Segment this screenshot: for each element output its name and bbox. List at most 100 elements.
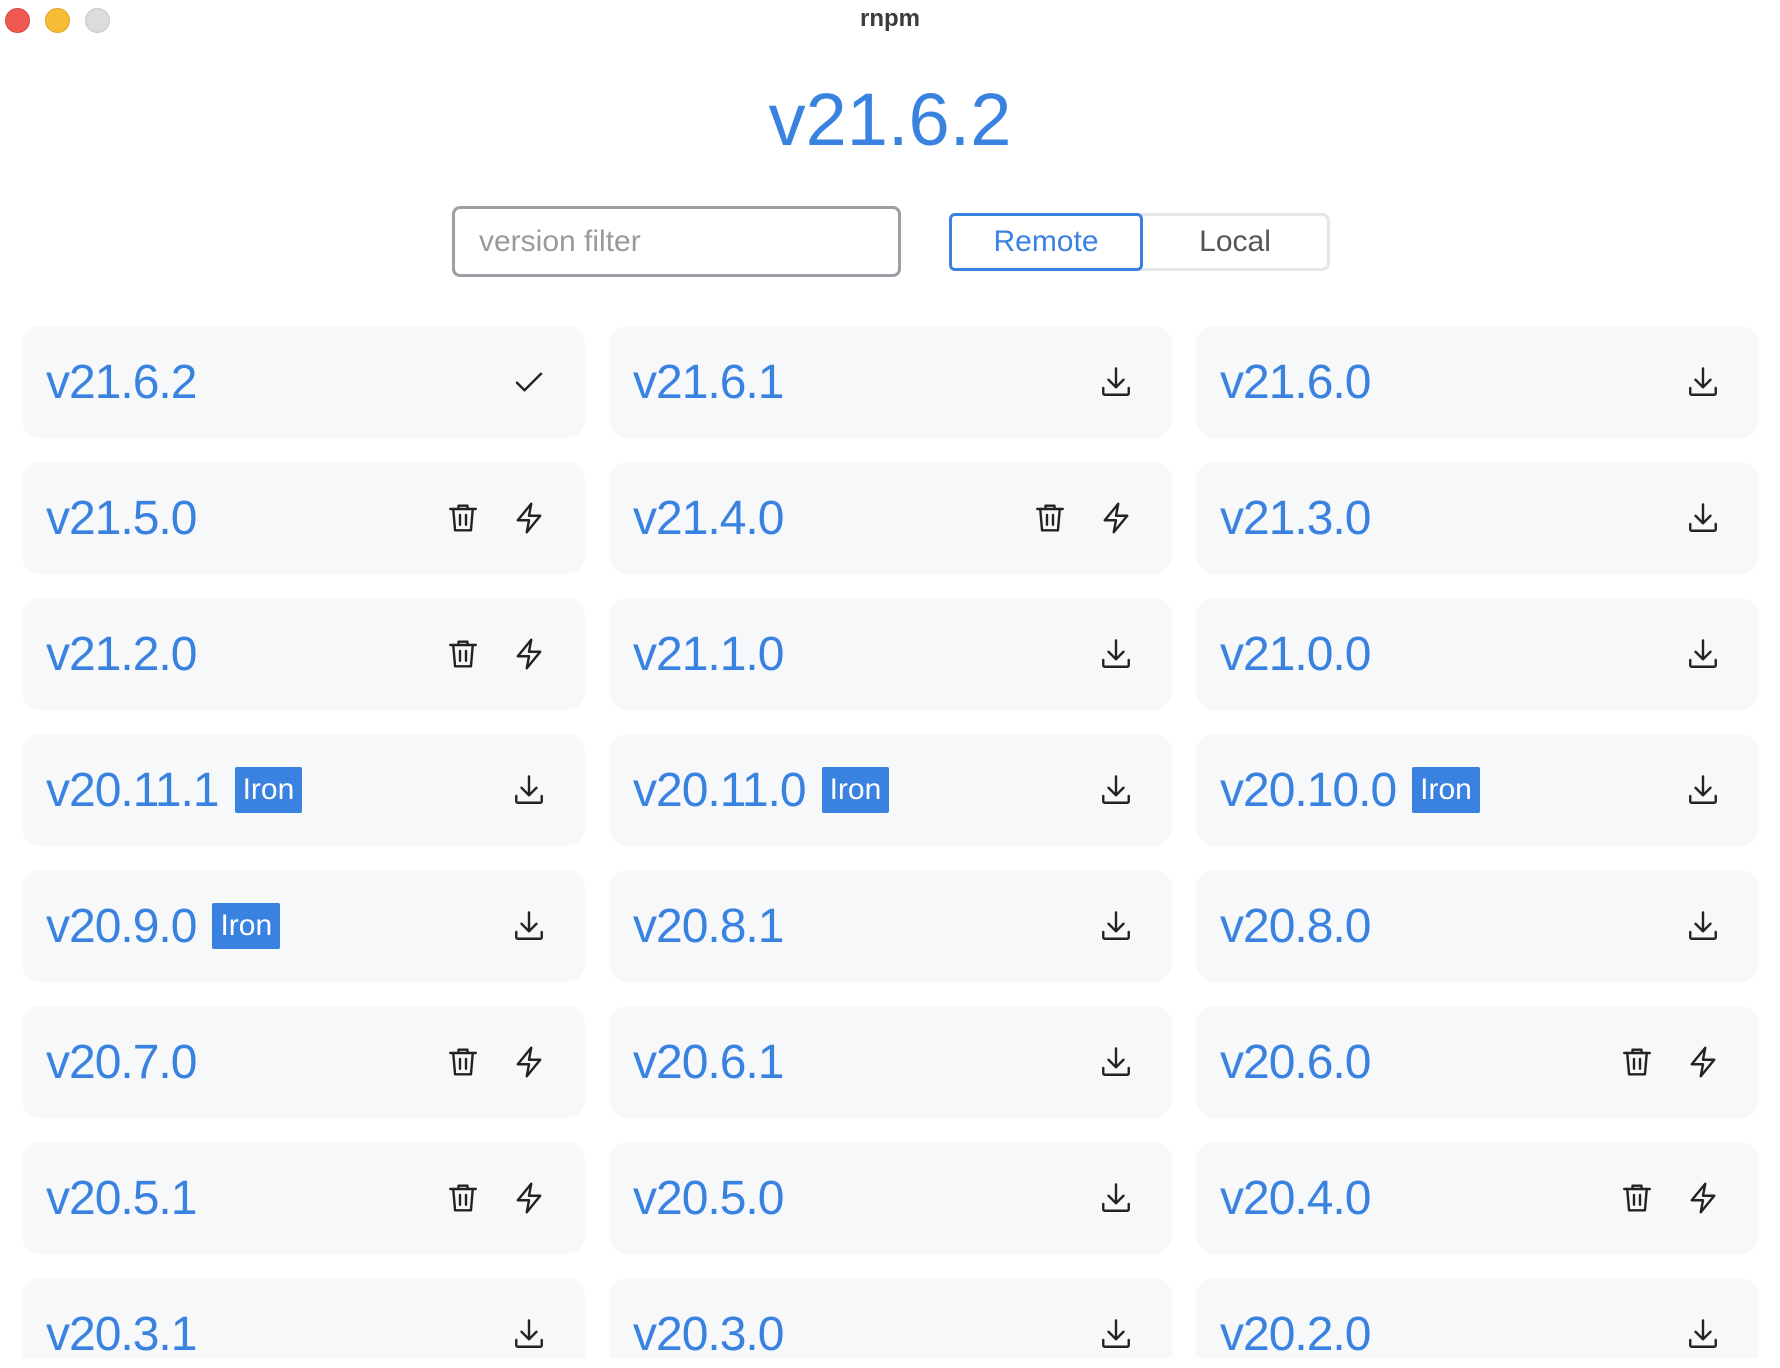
lts-badge: Iron — [234, 767, 303, 813]
lts-badge: Iron — [821, 767, 890, 813]
version-actions — [1685, 326, 1721, 438]
version-card[interactable]: v20.11.0 Iron — [609, 734, 1172, 846]
version-card[interactable]: v20.5.1 — [22, 1142, 585, 1254]
version-label: v21.3.0 — [1220, 491, 1371, 545]
bolt-icon[interactable] — [1098, 500, 1134, 536]
version-actions — [511, 326, 547, 438]
download-icon[interactable] — [1685, 636, 1721, 672]
version-label: v20.4.0 — [1220, 1171, 1371, 1225]
version-card[interactable]: v20.6.1 — [609, 1006, 1172, 1118]
download-icon[interactable] — [1685, 1316, 1721, 1352]
version-actions — [1685, 734, 1721, 846]
check-icon — [511, 364, 547, 400]
version-label: v21.2.0 — [46, 627, 197, 681]
version-label: v20.8.1 — [633, 899, 784, 953]
trash-icon[interactable] — [1619, 1044, 1655, 1080]
version-actions — [511, 870, 547, 982]
version-label: v21.1.0 — [633, 627, 784, 681]
version-card[interactable]: v20.8.1 — [609, 870, 1172, 982]
version-actions — [1098, 326, 1134, 438]
version-actions — [1685, 598, 1721, 710]
bolt-icon[interactable] — [511, 1044, 547, 1080]
version-card[interactable]: v20.7.0 — [22, 1006, 585, 1118]
current-version-heading: v21.6.2 — [768, 78, 1012, 161]
version-label: v20.8.0 — [1220, 899, 1371, 953]
trash-icon[interactable] — [1619, 1180, 1655, 1216]
version-card[interactable]: v21.6.1 — [609, 326, 1172, 438]
download-icon[interactable] — [1098, 908, 1134, 944]
version-label: v20.6.0 — [1220, 1035, 1371, 1089]
version-label: v20.3.1 — [46, 1307, 197, 1359]
version-label: v20.7.0 — [46, 1035, 197, 1089]
download-icon[interactable] — [1098, 636, 1134, 672]
version-card[interactable]: v20.3.0 — [609, 1278, 1172, 1358]
version-actions — [445, 462, 547, 574]
version-label: v21.0.0 — [1220, 627, 1371, 681]
version-actions — [1619, 1142, 1721, 1254]
bolt-icon[interactable] — [1685, 1180, 1721, 1216]
download-icon[interactable] — [511, 1316, 547, 1352]
version-label: v21.6.0 — [1220, 355, 1371, 409]
download-icon[interactable] — [1685, 772, 1721, 808]
version-label: v21.6.1 — [633, 355, 784, 409]
version-card[interactable]: v21.6.0 — [1196, 326, 1759, 438]
version-card[interactable]: v20.5.0 — [609, 1142, 1172, 1254]
bolt-icon[interactable] — [511, 500, 547, 536]
version-actions — [1098, 1006, 1134, 1118]
version-card[interactable]: v20.6.0 — [1196, 1006, 1759, 1118]
bolt-icon[interactable] — [1685, 1044, 1721, 1080]
version-actions — [1098, 870, 1134, 982]
version-actions — [1685, 870, 1721, 982]
download-icon[interactable] — [1098, 1180, 1134, 1216]
download-icon[interactable] — [1685, 500, 1721, 536]
version-actions — [1032, 462, 1134, 574]
version-card[interactable]: v21.1.0 — [609, 598, 1172, 710]
trash-icon[interactable] — [445, 1044, 481, 1080]
version-card[interactable]: v20.11.1 Iron — [22, 734, 585, 846]
version-card[interactable]: v20.9.0 Iron — [22, 870, 585, 982]
trash-icon[interactable] — [1032, 500, 1068, 536]
version-label: v21.5.0 — [46, 491, 197, 545]
version-card[interactable]: v20.3.1 — [22, 1278, 585, 1358]
bolt-icon[interactable] — [511, 636, 547, 672]
version-label: v20.6.1 — [633, 1035, 784, 1089]
download-icon[interactable] — [511, 908, 547, 944]
version-actions — [1619, 1006, 1721, 1118]
version-card[interactable]: v20.10.0 Iron — [1196, 734, 1759, 846]
version-card[interactable]: v20.4.0 — [1196, 1142, 1759, 1254]
bolt-icon[interactable] — [511, 1180, 547, 1216]
version-card[interactable]: v21.4.0 — [609, 462, 1172, 574]
tab-local[interactable]: Local — [1143, 216, 1327, 268]
version-card[interactable]: v21.2.0 — [22, 598, 585, 710]
lts-badge: Iron — [212, 903, 281, 949]
version-card[interactable]: v21.5.0 — [22, 462, 585, 574]
trash-icon[interactable] — [445, 636, 481, 672]
version-card[interactable]: v20.8.0 — [1196, 870, 1759, 982]
download-icon[interactable] — [1098, 1316, 1134, 1352]
download-icon[interactable] — [1098, 1044, 1134, 1080]
version-actions — [1685, 1278, 1721, 1358]
tab-remote[interactable]: Remote — [949, 213, 1143, 271]
title-bar: rnpm — [0, 0, 1780, 46]
download-icon[interactable] — [1098, 772, 1134, 808]
source-toggle: Remote Local — [949, 213, 1330, 271]
download-icon[interactable] — [1685, 364, 1721, 400]
version-actions — [511, 1278, 547, 1358]
version-card[interactable]: v20.2.0 — [1196, 1278, 1759, 1358]
version-label: v21.4.0 — [633, 491, 784, 545]
app-window: rnpm v21.6.2 Remote Local v21.6.2 v21.6.1… — [0, 0, 1780, 1368]
download-icon[interactable] — [1098, 364, 1134, 400]
version-card[interactable]: v21.6.2 — [22, 326, 585, 438]
version-actions — [1098, 734, 1134, 846]
download-icon[interactable] — [511, 772, 547, 808]
version-actions — [1098, 1142, 1134, 1254]
version-actions — [1685, 462, 1721, 574]
trash-icon[interactable] — [445, 500, 481, 536]
download-icon[interactable] — [1685, 908, 1721, 944]
version-label: v21.6.2 — [46, 355, 197, 409]
trash-icon[interactable] — [445, 1180, 481, 1216]
version-filter-input[interactable] — [452, 206, 901, 277]
version-card[interactable]: v21.3.0 — [1196, 462, 1759, 574]
version-label: v20.3.0 — [633, 1307, 784, 1359]
version-card[interactable]: v21.0.0 — [1196, 598, 1759, 710]
